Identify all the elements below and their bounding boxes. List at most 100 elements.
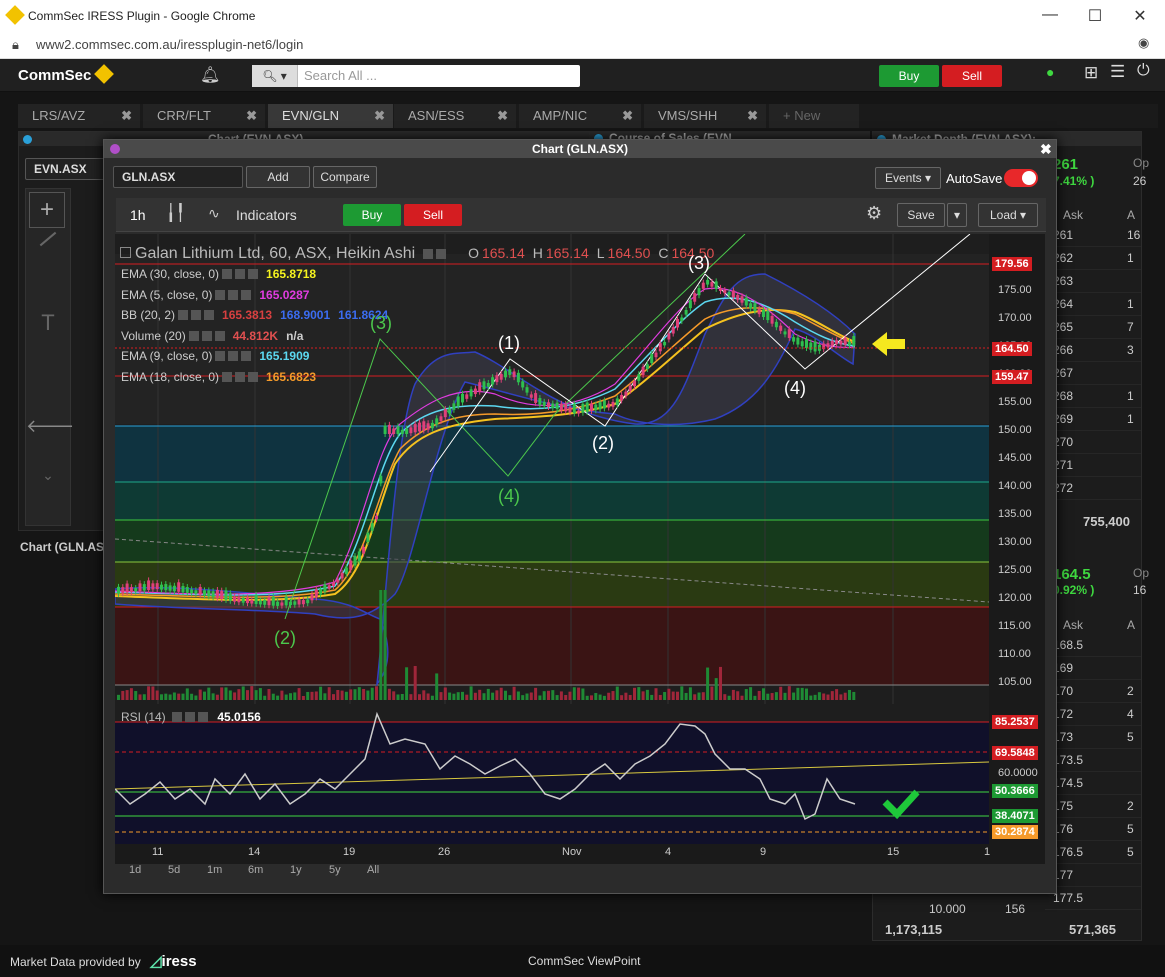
indicators-button[interactable]: Indicators bbox=[236, 207, 297, 223]
instrument-title: Galan Lithium Ltd, 60, ASX, Heikin Ashi bbox=[135, 245, 416, 262]
chart-buy-button[interactable]: Buy bbox=[343, 204, 401, 226]
volume-bar bbox=[301, 695, 305, 700]
tab-crr-flt[interactable]: CRR/FLT ✖ bbox=[143, 104, 265, 128]
collapse-legend-icon[interactable] bbox=[120, 247, 131, 258]
wave-label: (3) bbox=[688, 253, 710, 273]
range-button[interactable]: All bbox=[367, 864, 379, 876]
symbol-field[interactable]: GLN.ASX bbox=[113, 166, 243, 188]
tab-new[interactable]: + New bbox=[769, 104, 859, 128]
address-bar[interactable]: 🔒︎ www2.commsec.com.au/iressplugin-net6/… bbox=[0, 32, 1165, 59]
range-button[interactable]: 1m bbox=[207, 864, 222, 876]
time-axis-bg bbox=[115, 844, 989, 864]
indicator-hide-icon[interactable] bbox=[228, 289, 239, 300]
volume-bar bbox=[237, 689, 241, 700]
interval-selector[interactable]: 1h bbox=[130, 207, 146, 223]
minimize-icon[interactable]: — bbox=[1040, 6, 1060, 24]
text-tool-icon[interactable]: T bbox=[26, 310, 70, 336]
left-symbol-field[interactable]: EVN.ASX bbox=[25, 158, 111, 180]
rsi-level-tag: 69.5848 bbox=[992, 746, 1038, 760]
legend-hide-icon[interactable] bbox=[435, 249, 446, 259]
range-button[interactable]: 1d bbox=[129, 864, 141, 876]
indicator-close-icon[interactable] bbox=[241, 351, 252, 361]
chevron-down-icon[interactable]: ⌄ bbox=[26, 467, 70, 484]
md-ask-price: 176.5 bbox=[1053, 845, 1084, 859]
tab-asn-ess[interactable]: ASN/ESS ✖ bbox=[394, 104, 516, 128]
line-tool-icon[interactable] bbox=[39, 231, 57, 247]
chart-window-header[interactable]: Chart (GLN.ASX) ✖ bbox=[104, 140, 1056, 158]
close-tab-icon[interactable]: ✖ bbox=[121, 104, 132, 128]
range-button[interactable]: 1y bbox=[290, 864, 302, 876]
candle-body bbox=[147, 580, 151, 590]
indicator-hide-icon[interactable] bbox=[235, 371, 246, 382]
settings-gear-icon[interactable]: ⚙ bbox=[866, 203, 882, 224]
indicator-settings-icon[interactable] bbox=[222, 269, 233, 279]
maximize-icon[interactable]: ☐ bbox=[1085, 6, 1105, 26]
header-sell-button[interactable]: Sell bbox=[942, 65, 1002, 87]
search-input[interactable]: Search All ... bbox=[304, 68, 377, 83]
events-dropdown[interactable]: Events ▾ bbox=[875, 167, 941, 189]
menu-icon[interactable]: ☰ bbox=[1110, 62, 1125, 82]
close-window-icon[interactable]: ✖ bbox=[1040, 140, 1052, 158]
indicator-hide-icon[interactable] bbox=[201, 330, 212, 341]
indicators-icon[interactable]: ∿ bbox=[208, 205, 220, 222]
range-button[interactable]: 5d bbox=[168, 864, 180, 876]
candle-body bbox=[770, 315, 774, 324]
indicator-settings-icon[interactable] bbox=[215, 289, 226, 300]
indicator-close-icon[interactable] bbox=[241, 289, 252, 300]
volume-bar bbox=[160, 694, 163, 700]
tab-lrs-avz[interactable]: LRS/AVZ ✖ bbox=[18, 104, 140, 128]
indicator-close-icon[interactable] bbox=[204, 310, 215, 320]
rsi-close-icon[interactable] bbox=[198, 712, 209, 722]
tab-amp-nic[interactable]: AMP/NIC ✖ bbox=[519, 104, 641, 128]
volume-bar bbox=[688, 687, 692, 700]
indicator-close-icon[interactable] bbox=[248, 269, 259, 279]
bell-icon[interactable]: 🔔︎ bbox=[200, 65, 220, 85]
indicator-settings-icon[interactable] bbox=[222, 371, 233, 382]
close-tab-icon[interactable]: ✖ bbox=[747, 104, 758, 128]
url-text: www2.commsec.com.au/iressplugin-net6/log… bbox=[36, 37, 304, 52]
candle-body bbox=[688, 300, 692, 309]
crosshair-icon[interactable]: + bbox=[29, 192, 65, 228]
rsi-settings-icon[interactable] bbox=[172, 712, 183, 722]
candle-body bbox=[495, 375, 499, 383]
volume-bar bbox=[654, 688, 658, 700]
search-box[interactable]: 🔍︎ ▾ Search All ... bbox=[252, 65, 580, 87]
load-dropdown[interactable]: Load ▾ bbox=[978, 203, 1038, 227]
close-icon[interactable]: ✕ bbox=[1130, 6, 1150, 26]
add-icon[interactable]: ⊞ bbox=[1084, 63, 1098, 83]
add-button[interactable]: Add bbox=[246, 166, 310, 188]
indicator-settings-icon[interactable] bbox=[178, 310, 189, 320]
volume-bar bbox=[383, 590, 387, 700]
close-tab-icon[interactable]: ✖ bbox=[246, 104, 257, 128]
close-tab-icon[interactable]: ✖ bbox=[374, 104, 385, 128]
indicator-settings-icon[interactable] bbox=[188, 330, 199, 341]
candle-type-icon[interactable]: ╽╿ bbox=[166, 203, 185, 223]
indicator-settings-icon[interactable] bbox=[215, 351, 226, 361]
autosave-toggle[interactable] bbox=[1004, 169, 1038, 187]
indicator-hide-icon[interactable] bbox=[228, 351, 239, 361]
indicator-hide-icon[interactable] bbox=[191, 310, 202, 320]
volume-bar bbox=[731, 689, 735, 700]
close-tab-icon[interactable]: ✖ bbox=[497, 104, 508, 128]
rsi-hide-icon[interactable] bbox=[185, 712, 196, 722]
chart-sell-button[interactable]: Sell bbox=[404, 204, 462, 226]
save-button[interactable]: Save bbox=[897, 203, 945, 227]
indicator-close-icon[interactable] bbox=[248, 371, 259, 382]
time-axis-label: 11 bbox=[152, 846, 164, 858]
tab-vms-shh[interactable]: VMS/SHH ✖ bbox=[644, 104, 766, 128]
save-dropdown-icon[interactable]: ▾ bbox=[947, 203, 967, 227]
indicator-close-icon[interactable] bbox=[214, 330, 225, 341]
close-tab-icon[interactable]: ✖ bbox=[622, 104, 633, 128]
power-icon[interactable]: ⏻ bbox=[1137, 62, 1150, 80]
range-button[interactable]: 6m bbox=[248, 864, 263, 876]
legend-settings-icon[interactable] bbox=[422, 249, 433, 259]
back-arrow-icon[interactable]: 🡐 bbox=[26, 416, 74, 437]
eye-icon[interactable]: ◉ bbox=[1138, 35, 1149, 51]
indicator-hide-icon[interactable] bbox=[235, 269, 246, 279]
header-buy-button[interactable]: Buy bbox=[879, 65, 939, 87]
tab-evn-gln[interactable]: EVN/GLN ✖ bbox=[268, 104, 393, 128]
lightbulb-icon[interactable]: ● bbox=[1046, 64, 1054, 80]
range-button[interactable]: 5y bbox=[329, 864, 341, 876]
search-icon[interactable]: 🔍︎ ▾ bbox=[252, 65, 298, 87]
compare-button[interactable]: Compare bbox=[313, 166, 377, 188]
